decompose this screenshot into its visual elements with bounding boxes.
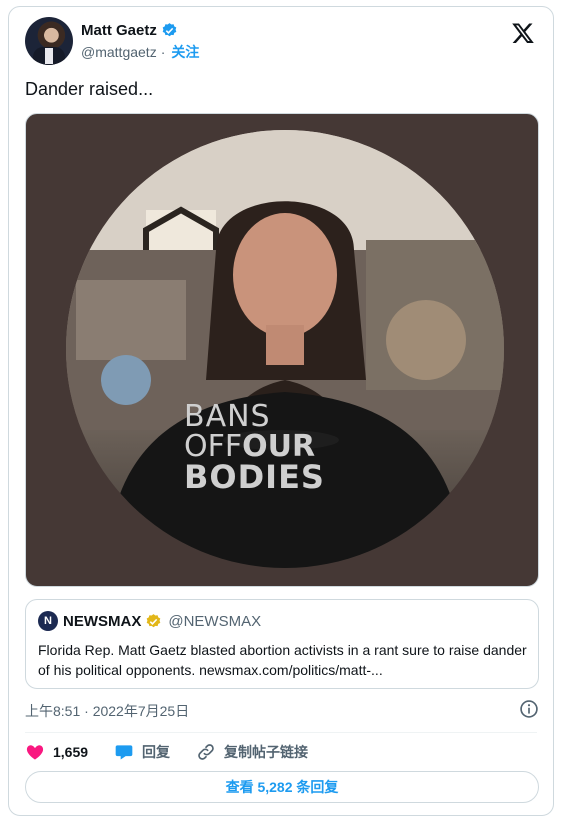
x-logo-icon[interactable] xyxy=(511,21,535,45)
reply-label: 回复 xyxy=(142,744,171,760)
author-handle-row: @mattgaetz · 关注 xyxy=(81,42,199,62)
shirt-text: BANS OFFOUR BODIES xyxy=(184,399,404,496)
info-icon[interactable] xyxy=(519,699,539,719)
handle-separator: · xyxy=(160,44,166,60)
quoted-author-name: NEWSMAX xyxy=(63,612,142,630)
tweet-actions: 1,659 回复 复制帖子链接 xyxy=(25,737,334,767)
link-icon xyxy=(198,744,214,760)
follow-link[interactable]: 关注 xyxy=(171,42,199,62)
photo-circle: BANS OFFOUR BODIES xyxy=(66,130,504,568)
copy-link-label: 复制帖子链接 xyxy=(224,744,309,760)
quoted-tweet-text: Florida Rep. Matt Gaetz blasted abortion… xyxy=(38,642,527,678)
author-avatar[interactable] xyxy=(25,17,73,65)
view-replies-button[interactable]: 查看 5,282 条回复 xyxy=(25,771,539,803)
shirt-line-bans: BANS xyxy=(184,399,271,434)
shirt-line-bodies: BODIES xyxy=(184,458,325,496)
quoted-tweet[interactable]: N NEWSMAX @NEWSMAX Florida Rep. Matt Gae… xyxy=(25,599,539,689)
quoted-tweet-header: N NEWSMAX @NEWSMAX xyxy=(38,611,261,631)
gold-verified-badge-icon xyxy=(147,613,161,627)
divider xyxy=(25,732,537,733)
tweet-text: Dander raised... xyxy=(25,79,154,99)
reply-bubble-icon xyxy=(115,745,133,760)
tweet-media-image[interactable]: BANS OFFOUR BODIES xyxy=(25,113,539,587)
tweet-timestamp[interactable]: 上午8:51 · 2022年7月25日 xyxy=(25,701,189,721)
like-count: 1,659 xyxy=(53,744,89,760)
reply-button[interactable]: 回复 xyxy=(114,742,170,762)
like-button[interactable]: 1,659 xyxy=(25,742,88,762)
author-handle[interactable]: @mattgaetz xyxy=(81,44,157,60)
tweet-card: Matt Gaetz @mattgaetz · 关注 Dander raised… xyxy=(8,6,554,816)
author-name[interactable]: Matt Gaetz xyxy=(81,22,157,39)
newsmax-avatar: N xyxy=(38,611,58,631)
copy-link-button[interactable]: 复制帖子链接 xyxy=(196,742,308,762)
heart-icon xyxy=(26,745,44,760)
quoted-author-handle: @NEWSMAX xyxy=(168,612,262,630)
author-name-row: Matt Gaetz xyxy=(81,20,178,40)
photo-illustration xyxy=(66,130,504,568)
verified-badge-icon xyxy=(162,22,177,36)
avatar-shirt-shape xyxy=(45,48,53,64)
tweet-header: Matt Gaetz @mattgaetz · 关注 xyxy=(25,17,537,67)
